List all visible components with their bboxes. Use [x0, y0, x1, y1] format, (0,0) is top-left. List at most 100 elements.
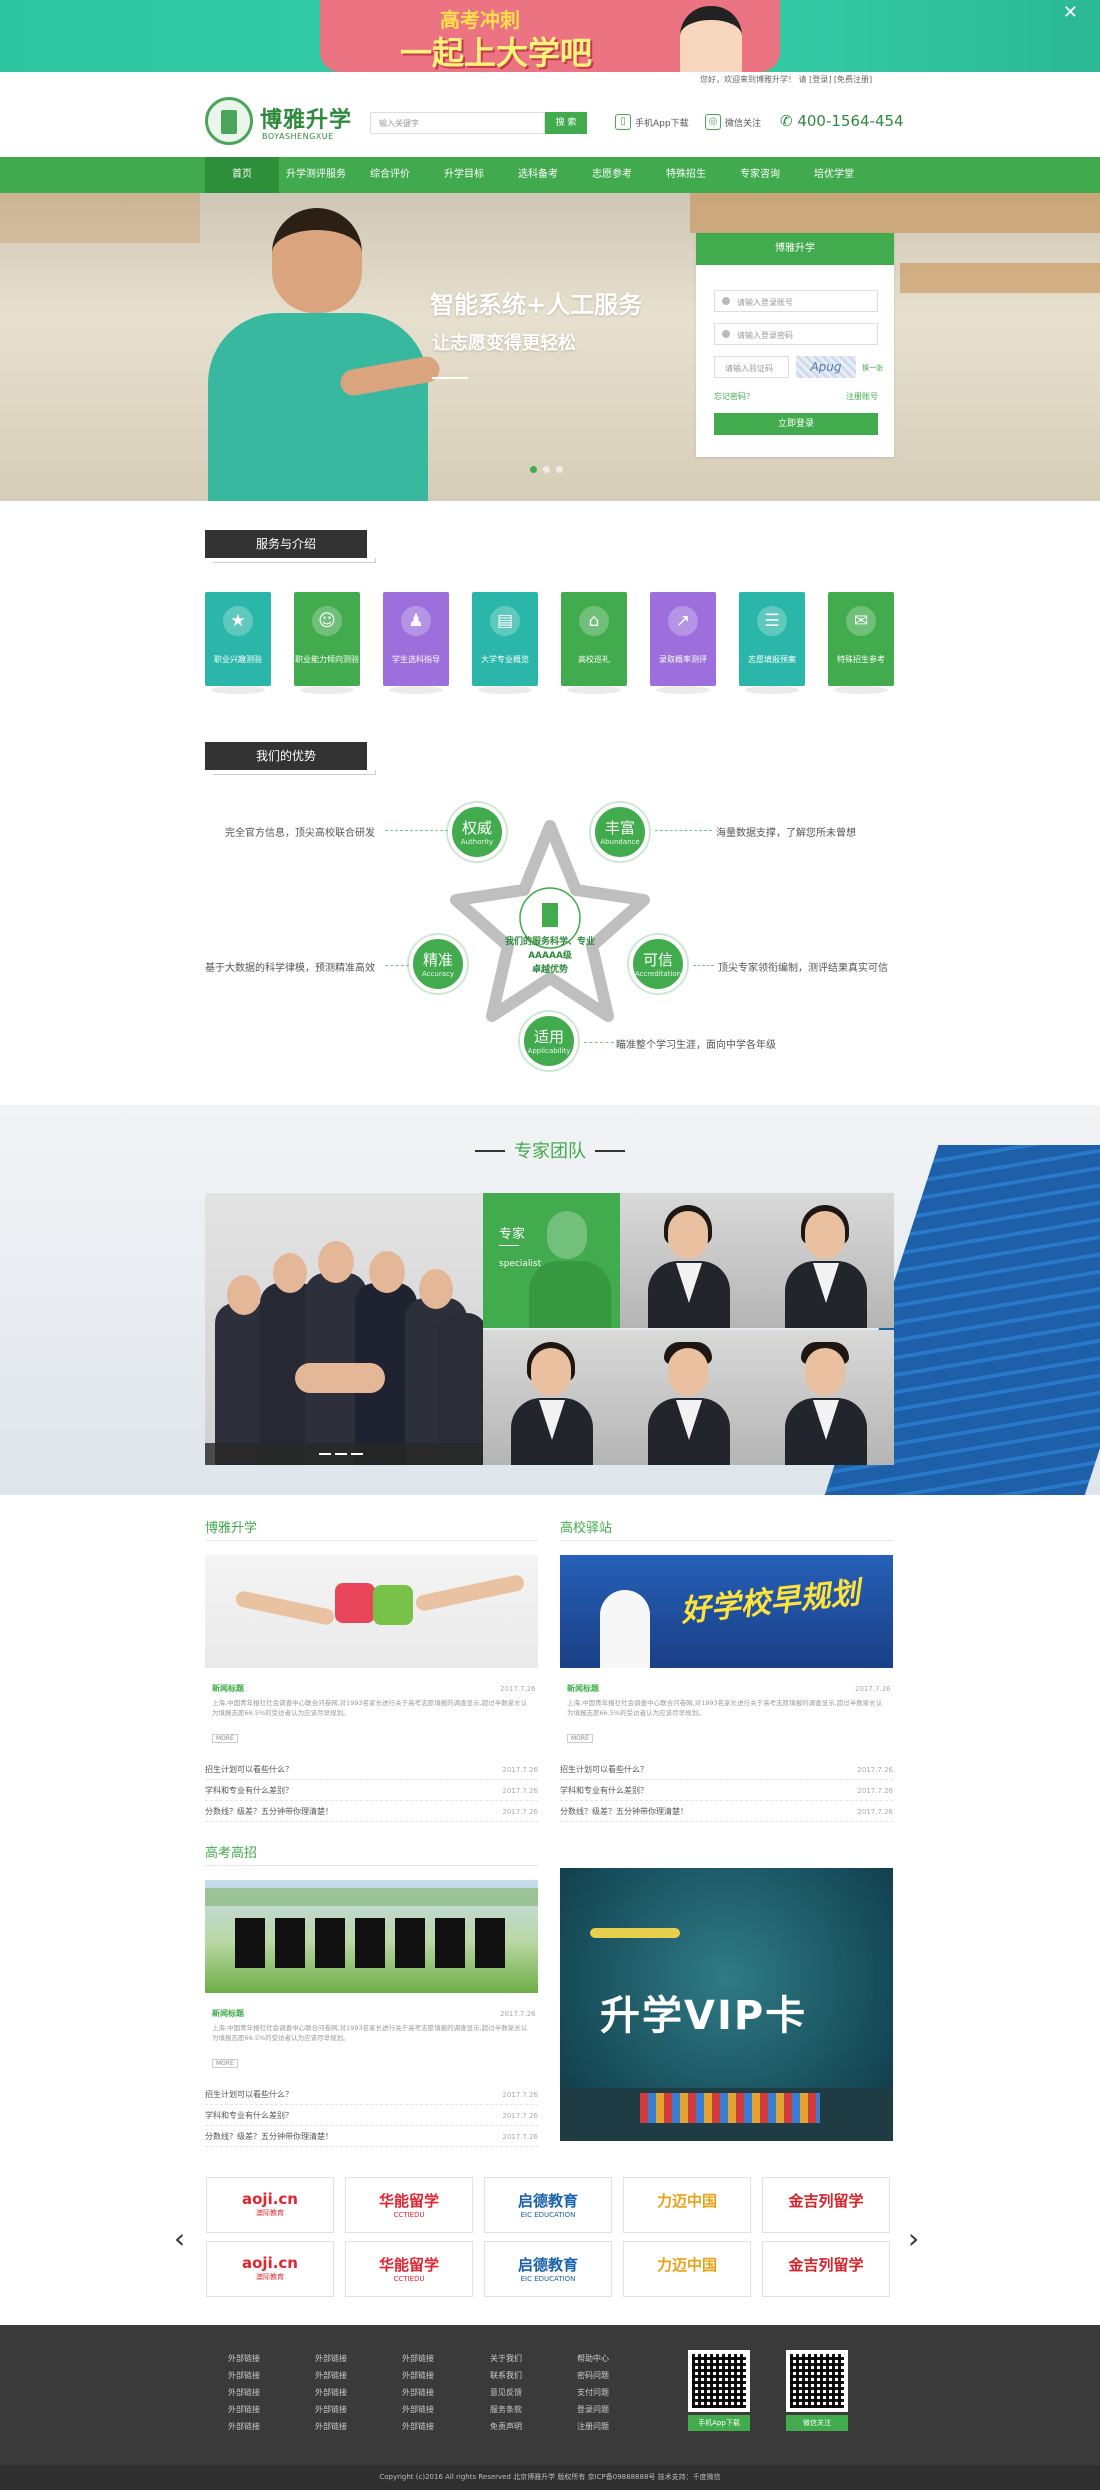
- forgot-password-link[interactable]: 忘记密码？: [714, 391, 754, 402]
- password-input[interactable]: 请输入登录密码: [714, 323, 878, 345]
- news-list-item[interactable]: 招生计划可以看些什么？ 2017.7.26: [560, 1760, 893, 1780]
- qr-wechat-button[interactable]: 微信关注: [786, 2415, 848, 2431]
- footer-link[interactable]: 登录问题: [577, 2401, 609, 2418]
- footer-link[interactable]: 外部链接: [228, 2367, 260, 2384]
- hero-slider[interactable]: 智能系统+人工服务 让志愿变得更轻松 博雅升学 请输入登录账号 请输入登录密码 …: [0, 193, 1100, 501]
- close-icon[interactable]: ✕: [1063, 2, 1078, 23]
- search-input[interactable]: 输入关键字: [370, 112, 545, 134]
- photo-pager[interactable]: [319, 1453, 363, 1455]
- footer-link[interactable]: 外部链接: [228, 2401, 260, 2418]
- news-headline[interactable]: 新闻标题: [212, 1683, 244, 1694]
- footer-link[interactable]: 服务条款: [490, 2401, 522, 2418]
- more-button[interactable]: MORE: [212, 2059, 238, 2068]
- expert-photo[interactable]: [620, 1193, 757, 1328]
- captcha-image[interactable]: Apug: [796, 356, 856, 378]
- partner-logo[interactable]: aoji.cn 澳际教育: [206, 2177, 334, 2233]
- service-card[interactable]: ★ 职业兴趣测验: [205, 592, 271, 694]
- service-card[interactable]: ♟ 学生选科指导: [383, 592, 449, 694]
- footer-link[interactable]: 外部链接: [402, 2367, 434, 2384]
- news-list-item[interactable]: 招生计划可以看些什么？ 2017.7.26: [205, 2085, 538, 2105]
- nav-item-special[interactable]: 特殊招生: [649, 157, 723, 193]
- news-list-item[interactable]: 学科和专业有什么差别？ 2017.7.26: [205, 2106, 538, 2126]
- news-list-item[interactable]: 学科和专业有什么差别？ 2017.7.26: [205, 1781, 538, 1801]
- news-section-title[interactable]: 高考高招: [205, 1842, 257, 1861]
- news-headline[interactable]: 新闻标题: [567, 1683, 599, 1694]
- news-headline[interactable]: 新闻标题: [212, 2008, 244, 2019]
- top-promo-banner[interactable]: 高考冲刺 一起上大学吧 ✕: [0, 0, 1100, 72]
- expert-intro-tile[interactable]: 专家 specialist: [483, 1193, 620, 1328]
- slider-dot[interactable]: [543, 466, 550, 473]
- partner-logo[interactable]: 金吉列留学: [762, 2177, 890, 2233]
- news-list-item[interactable]: 学科和专业有什么差别？ 2017.7.26: [560, 1781, 893, 1801]
- partner-logo[interactable]: 金吉列留学: [762, 2241, 890, 2297]
- footer-link[interactable]: 外部链接: [402, 2418, 434, 2435]
- expert-photo[interactable]: [620, 1330, 757, 1465]
- expert-photo[interactable]: [757, 1330, 894, 1465]
- nav-item-home[interactable]: 首页: [205, 157, 279, 193]
- partner-logo[interactable]: 启德教育 EIC EDUCATION: [484, 2177, 612, 2233]
- footer-link[interactable]: 联系我们: [490, 2367, 522, 2384]
- login-button[interactable]: 立即登录: [714, 413, 878, 435]
- footer-link[interactable]: 密码问题: [577, 2367, 609, 2384]
- pager-bar[interactable]: [319, 1453, 331, 1455]
- footer-link[interactable]: 外部链接: [228, 2418, 260, 2435]
- nav-item-evaluation[interactable]: 综合评价: [353, 157, 427, 193]
- wechat-link[interactable]: ◎ 微信关注: [705, 114, 761, 130]
- footer-link[interactable]: 支付问题: [577, 2384, 609, 2401]
- footer-link[interactable]: 外部链接: [402, 2401, 434, 2418]
- footer-link[interactable]: 外部链接: [402, 2384, 434, 2401]
- footer-link[interactable]: 帮助中心: [577, 2350, 609, 2367]
- more-button[interactable]: MORE: [567, 1734, 593, 1743]
- nav-item-classroom[interactable]: 培优学堂: [797, 157, 871, 193]
- news-section-title[interactable]: 博雅升学: [205, 1517, 257, 1536]
- top-login-link[interactable]: [登录]: [809, 75, 831, 84]
- footer-link[interactable]: 外部链接: [315, 2418, 347, 2435]
- footer-link[interactable]: 关于我们: [490, 2350, 522, 2367]
- footer-link[interactable]: 外部链接: [315, 2401, 347, 2418]
- footer-link[interactable]: 外部链接: [402, 2350, 434, 2367]
- service-card[interactable]: ✉ 特殊招生参考: [828, 592, 894, 694]
- pager-bar[interactable]: [335, 1453, 347, 1455]
- service-card[interactable]: ↗ 录取概率测评: [650, 592, 716, 694]
- pager-bar[interactable]: [351, 1453, 363, 1455]
- footer-link[interactable]: 外部链接: [315, 2384, 347, 2401]
- expert-photo[interactable]: [757, 1193, 894, 1328]
- partner-logo[interactable]: aoji.cn 澳际教育: [206, 2241, 334, 2297]
- more-button[interactable]: MORE: [212, 1734, 238, 1743]
- top-register-link[interactable]: [免费注册]: [834, 75, 872, 84]
- slider-dot[interactable]: [556, 466, 563, 473]
- search-button[interactable]: 搜 索: [545, 112, 587, 134]
- nav-item-assessment[interactable]: 升学测评服务: [279, 157, 353, 193]
- news-section-title[interactable]: 高校驿站: [560, 1517, 612, 1536]
- footer-link[interactable]: 外部链接: [228, 2384, 260, 2401]
- footer-link[interactable]: 注册问题: [577, 2418, 609, 2435]
- footer-link[interactable]: 外部链接: [315, 2350, 347, 2367]
- footer-link[interactable]: 外部链接: [315, 2367, 347, 2384]
- register-link[interactable]: 注册账号: [846, 391, 878, 402]
- service-card[interactable]: ☰ 志愿填报预案: [739, 592, 805, 694]
- captcha-input[interactable]: 请输入验证码: [714, 356, 789, 378]
- news-list-item[interactable]: 分数线？级差？五分钟带你理清楚！ 2017.7.26: [205, 2127, 538, 2147]
- news-image-school[interactable]: 好学校早规划: [560, 1555, 893, 1668]
- carousel-prev-icon[interactable]: ‹: [174, 2222, 185, 2255]
- service-card[interactable]: ⌂ 高校巡礼: [561, 592, 627, 694]
- footer-link[interactable]: 外部链接: [228, 2350, 260, 2367]
- news-list-item[interactable]: 招生计划可以看些什么？ 2017.7.26: [205, 1760, 538, 1780]
- team-photo[interactable]: [205, 1193, 483, 1465]
- news-image-graduation[interactable]: [205, 1880, 538, 1993]
- service-card[interactable]: ☺ 职业能力倾向测验: [294, 592, 360, 694]
- expert-photo[interactable]: [483, 1330, 620, 1465]
- news-image-puzzle[interactable]: [205, 1555, 538, 1668]
- qr-app-button[interactable]: 手机App下载: [688, 2415, 750, 2431]
- logo-icon[interactable]: [205, 97, 253, 145]
- footer-link[interactable]: 意见反馈: [490, 2384, 522, 2401]
- nav-item-volunteer[interactable]: 志愿参考: [575, 157, 649, 193]
- nav-item-target[interactable]: 升学目标: [427, 157, 501, 193]
- carousel-next-icon[interactable]: ›: [908, 2222, 919, 2255]
- partner-logo[interactable]: 启德教育 EIC EDUCATION: [484, 2241, 612, 2297]
- service-card[interactable]: ▤ 大学专业概览: [472, 592, 538, 694]
- partner-logo[interactable]: 华能留学 CCTIEDU: [345, 2241, 473, 2297]
- partner-logo[interactable]: 力迈中国: [623, 2177, 751, 2233]
- captcha-refresh-link[interactable]: 换一张: [862, 363, 883, 373]
- news-list-item[interactable]: 分数线？级差？五分钟带你理清楚！ 2017.7.26: [205, 1802, 538, 1822]
